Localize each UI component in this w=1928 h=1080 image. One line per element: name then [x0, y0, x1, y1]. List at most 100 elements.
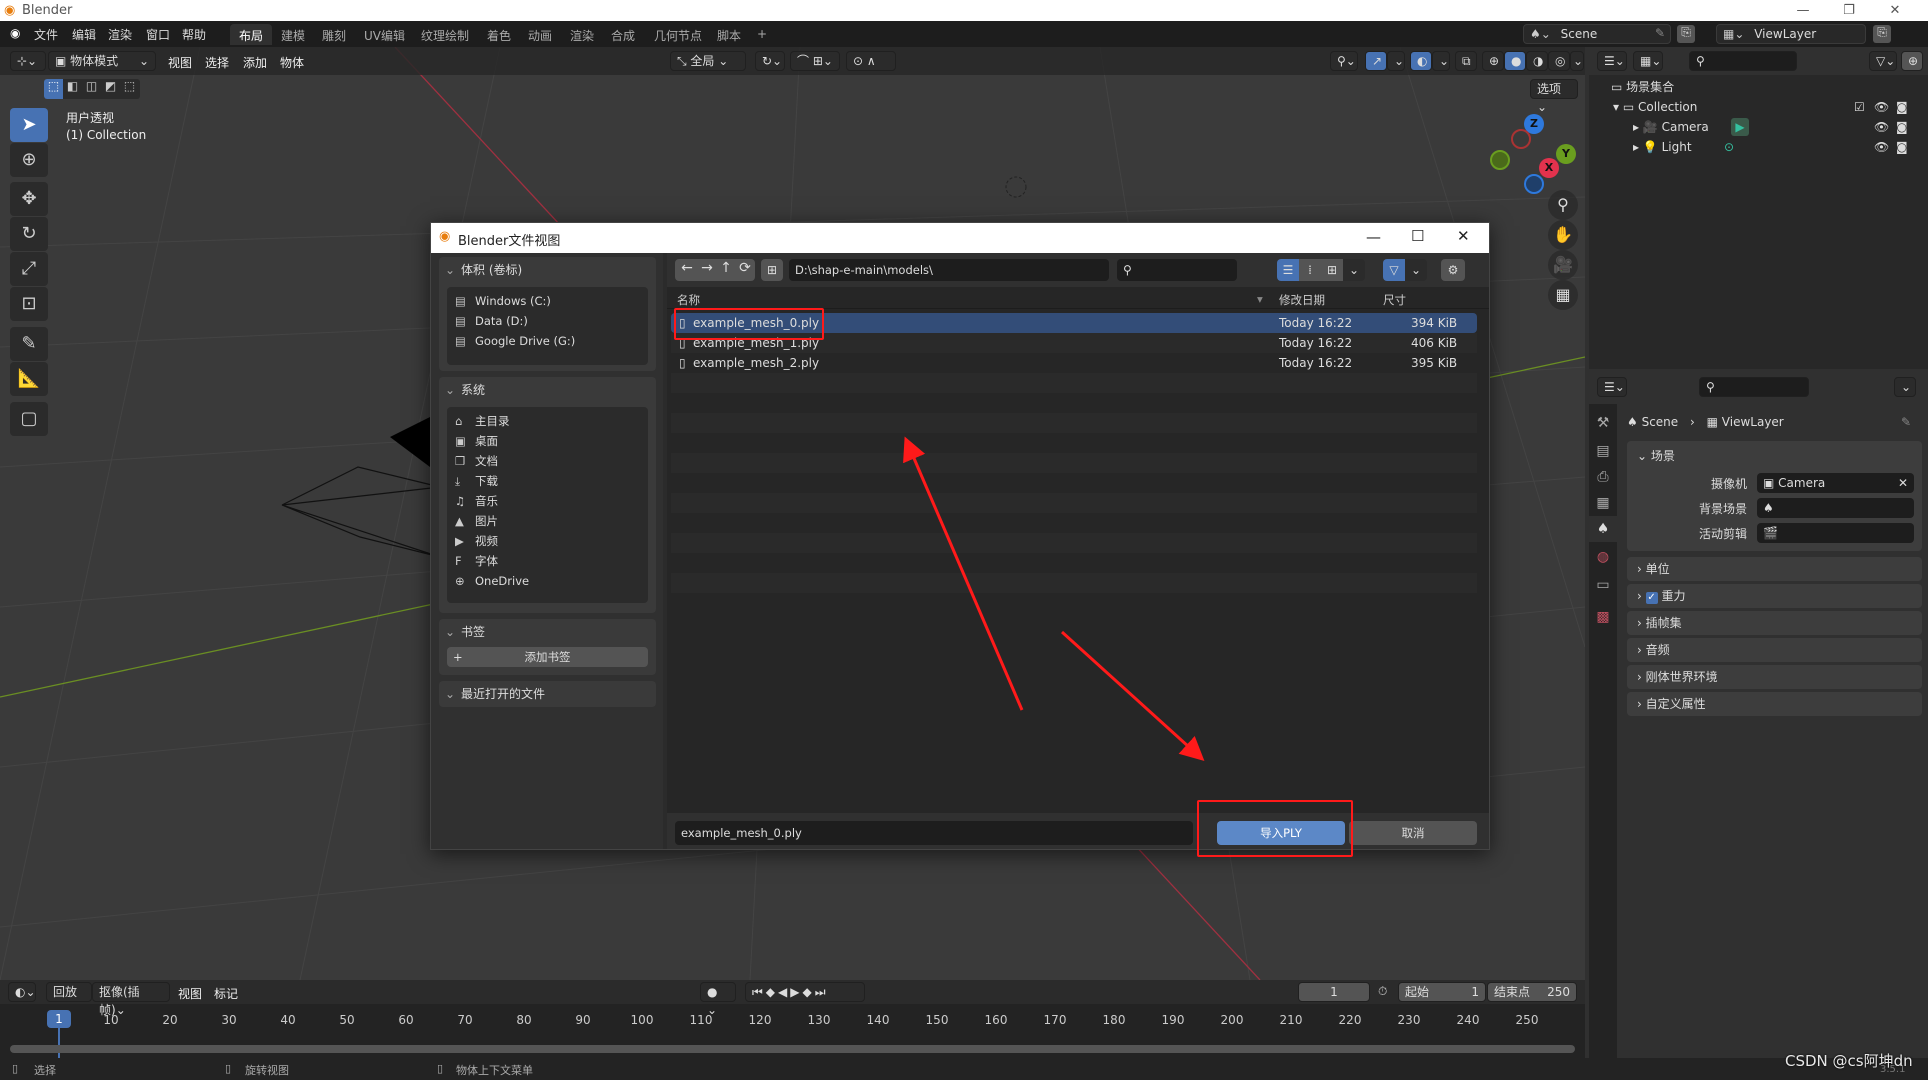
- shading-rendered[interactable]: ◎: [1548, 51, 1570, 71]
- outliner-row-collection[interactable]: ▾ ▭ Collection ☑ 👁 ◙: [1589, 97, 1928, 117]
- preview-range-icon[interactable]: ⏱: [1378, 984, 1387, 999]
- volume-d[interactable]: ▤ Data (D:): [455, 311, 528, 331]
- viewport-menu-object[interactable]: 物体: [280, 54, 304, 71]
- select-intersect-icon[interactable]: ⬚: [120, 79, 139, 93]
- tab-shading[interactable]: 着色: [478, 24, 520, 45]
- cancel-button[interactable]: 取消: [1349, 821, 1477, 845]
- overlay-toggle[interactable]: ◐: [1410, 51, 1432, 71]
- new-collection-button[interactable]: ⊕: [1901, 51, 1923, 71]
- ortho-grid-icon[interactable]: ▦: [1548, 280, 1578, 310]
- system-item[interactable]: ❐ 文档: [455, 451, 498, 471]
- snap-toggle[interactable]: ⌒ ⊞⌄: [790, 51, 840, 71]
- tab-sculpting[interactable]: 雕刻: [313, 24, 355, 45]
- expand-arrow-icon[interactable]: ▸: [1633, 140, 1643, 154]
- system-item[interactable]: ⤓ 下载: [455, 471, 498, 491]
- column-date[interactable]: 修改日期: [1279, 292, 1325, 308]
- annotate-tool[interactable]: ✎: [10, 327, 48, 361]
- menu-edit[interactable]: 编辑: [72, 26, 96, 43]
- pivot-selector[interactable]: ↻⌄: [755, 51, 785, 71]
- outliner-editor-type[interactable]: ☰⌄: [1597, 51, 1627, 71]
- gizmo-neg-y[interactable]: [1490, 150, 1510, 170]
- tab-layout[interactable]: 布局: [230, 24, 273, 45]
- visibility-eye-icon[interactable]: 👁: [1874, 97, 1889, 117]
- display-list-vertical-icon[interactable]: ☰: [1277, 259, 1299, 281]
- settings-gear-icon[interactable]: ⚙: [1441, 259, 1465, 281]
- panel-units[interactable]: › 单位: [1627, 557, 1922, 581]
- volumes-header[interactable]: 体积 (卷标): [439, 257, 656, 283]
- timeline-menu-view[interactable]: 视图: [178, 985, 202, 1002]
- transform-tool[interactable]: ⊡: [10, 287, 48, 321]
- texture-tab-icon[interactable]: ▩: [1589, 604, 1617, 630]
- select-extend-icon[interactable]: ◧: [63, 79, 82, 93]
- viewport-menu-view[interactable]: 视图: [168, 54, 192, 71]
- playhead-line[interactable]: [58, 1028, 60, 1058]
- outliner-search-input[interactable]: ⚲: [1689, 51, 1797, 71]
- scale-tool[interactable]: ⤢: [10, 252, 48, 286]
- tab-animation[interactable]: 动画: [519, 24, 561, 45]
- playback-menu[interactable]: 回放⌄: [46, 982, 92, 1017]
- file-search-input[interactable]: ⚲: [1117, 259, 1237, 281]
- viewport-menu-add[interactable]: 添加: [243, 54, 267, 71]
- system-item[interactable]: ♫ 音乐: [455, 491, 498, 511]
- render-camera-icon[interactable]: ◙: [1896, 117, 1908, 137]
- gizmo-x-axis[interactable]: X: [1539, 158, 1559, 178]
- display-list-horizontal-icon[interactable]: ⁞: [1299, 259, 1321, 281]
- system-item[interactable]: ▲ 图片: [455, 511, 498, 531]
- end-frame-field[interactable]: 结束点 250: [1487, 982, 1577, 1002]
- output-tab-icon[interactable]: ⎙: [1589, 464, 1617, 490]
- transform-orientation-selector[interactable]: ⤡ 全局 ⌄: [670, 51, 746, 71]
- light-data-icon[interactable]: ⊙: [1724, 137, 1734, 157]
- shading-solid[interactable]: ●: [1504, 51, 1526, 71]
- parent-dir-icon[interactable]: ↑: [717, 260, 735, 276]
- expand-arrow-icon[interactable]: ▾: [1613, 100, 1623, 114]
- filename-input[interactable]: example_mesh_0.ply: [675, 821, 1193, 845]
- zoom-icon[interactable]: ⚲: [1548, 190, 1578, 220]
- gravity-checkbox[interactable]: ✓: [1645, 592, 1658, 604]
- expand-arrow-icon[interactable]: ▸: [1633, 120, 1643, 134]
- tab-uv-editing[interactable]: UV编辑: [355, 24, 414, 45]
- current-frame-field[interactable]: 1: [1298, 982, 1370, 1002]
- outliner-display-mode[interactable]: ▦⌄: [1633, 51, 1663, 71]
- visibility-selector[interactable]: ⚲⌄: [1330, 51, 1358, 71]
- gizmo-toggle[interactable]: ↗: [1365, 51, 1387, 71]
- shading-dropdown[interactable]: ⌄: [1570, 51, 1584, 71]
- exclude-checkbox[interactable]: ☑: [1854, 97, 1865, 117]
- menu-help[interactable]: 帮助: [182, 26, 206, 43]
- visibility-eye-icon[interactable]: 👁: [1874, 137, 1889, 157]
- shading-wireframe[interactable]: ⊕: [1482, 51, 1504, 71]
- system-item[interactable]: ⊕ OneDrive: [455, 571, 529, 591]
- new-viewlayer-icon[interactable]: ⎘: [1873, 25, 1891, 43]
- camera-data-icon[interactable]: ▶: [1731, 118, 1749, 136]
- clear-icon[interactable]: ✕: [1898, 473, 1914, 493]
- shading-material[interactable]: ◑: [1526, 51, 1548, 71]
- mode-selector[interactable]: ▣ 物体模式 ⌄: [48, 51, 156, 71]
- back-arrow-icon[interactable]: ←: [677, 260, 697, 276]
- tab-rendering[interactable]: 渲染: [561, 24, 603, 45]
- timeline-menu-marker[interactable]: 标记: [214, 985, 238, 1002]
- dialog-maximize-button[interactable]: ☐: [1411, 227, 1424, 245]
- viewlayer-selector[interactable]: ▦⌄ ViewLayer: [1716, 24, 1866, 44]
- display-dropdown-icon[interactable]: ⌄: [1343, 259, 1365, 281]
- gizmo-neg-x[interactable]: [1511, 129, 1531, 149]
- keying-menu[interactable]: 抠像(插帧)⌄: [92, 982, 170, 1017]
- move-tool[interactable]: ✥: [10, 182, 48, 216]
- properties-options-dropdown[interactable]: ⌄: [1894, 377, 1916, 397]
- playback-controls[interactable]: ⏮◆◀▶◆⏭: [745, 982, 865, 1002]
- panel-keying-sets[interactable]: › 插帧集: [1627, 611, 1922, 635]
- properties-editor-type[interactable]: ☰⌄: [1597, 377, 1627, 397]
- properties-search-input[interactable]: ⚲: [1699, 377, 1809, 397]
- proportional-edit-toggle[interactable]: ⊙ ∧: [846, 51, 896, 71]
- blender-menu-icon[interactable]: ◉: [10, 26, 20, 40]
- volume-c[interactable]: ▤ Windows (C:): [455, 291, 551, 311]
- select-box-tool[interactable]: ➤: [10, 108, 48, 142]
- file-row[interactable]: ▯ example_mesh_2.ply Today 16:22 395 KiB: [671, 353, 1477, 373]
- add-workspace-button[interactable]: +: [748, 24, 776, 45]
- outliner-row-camera[interactable]: ▸ 🎥 Camera ▶ 👁 ◙: [1589, 117, 1928, 137]
- dialog-close-button[interactable]: ✕: [1457, 227, 1470, 245]
- camera-view-icon[interactable]: 🎥: [1548, 250, 1578, 280]
- rotate-tool[interactable]: ↻: [10, 217, 48, 251]
- measure-tool[interactable]: 📐: [10, 362, 48, 396]
- tab-modeling[interactable]: 建模: [272, 24, 314, 45]
- bookmarks-header[interactable]: 书签: [439, 619, 656, 645]
- tab-texture-paint[interactable]: 纹理绘制: [412, 24, 478, 45]
